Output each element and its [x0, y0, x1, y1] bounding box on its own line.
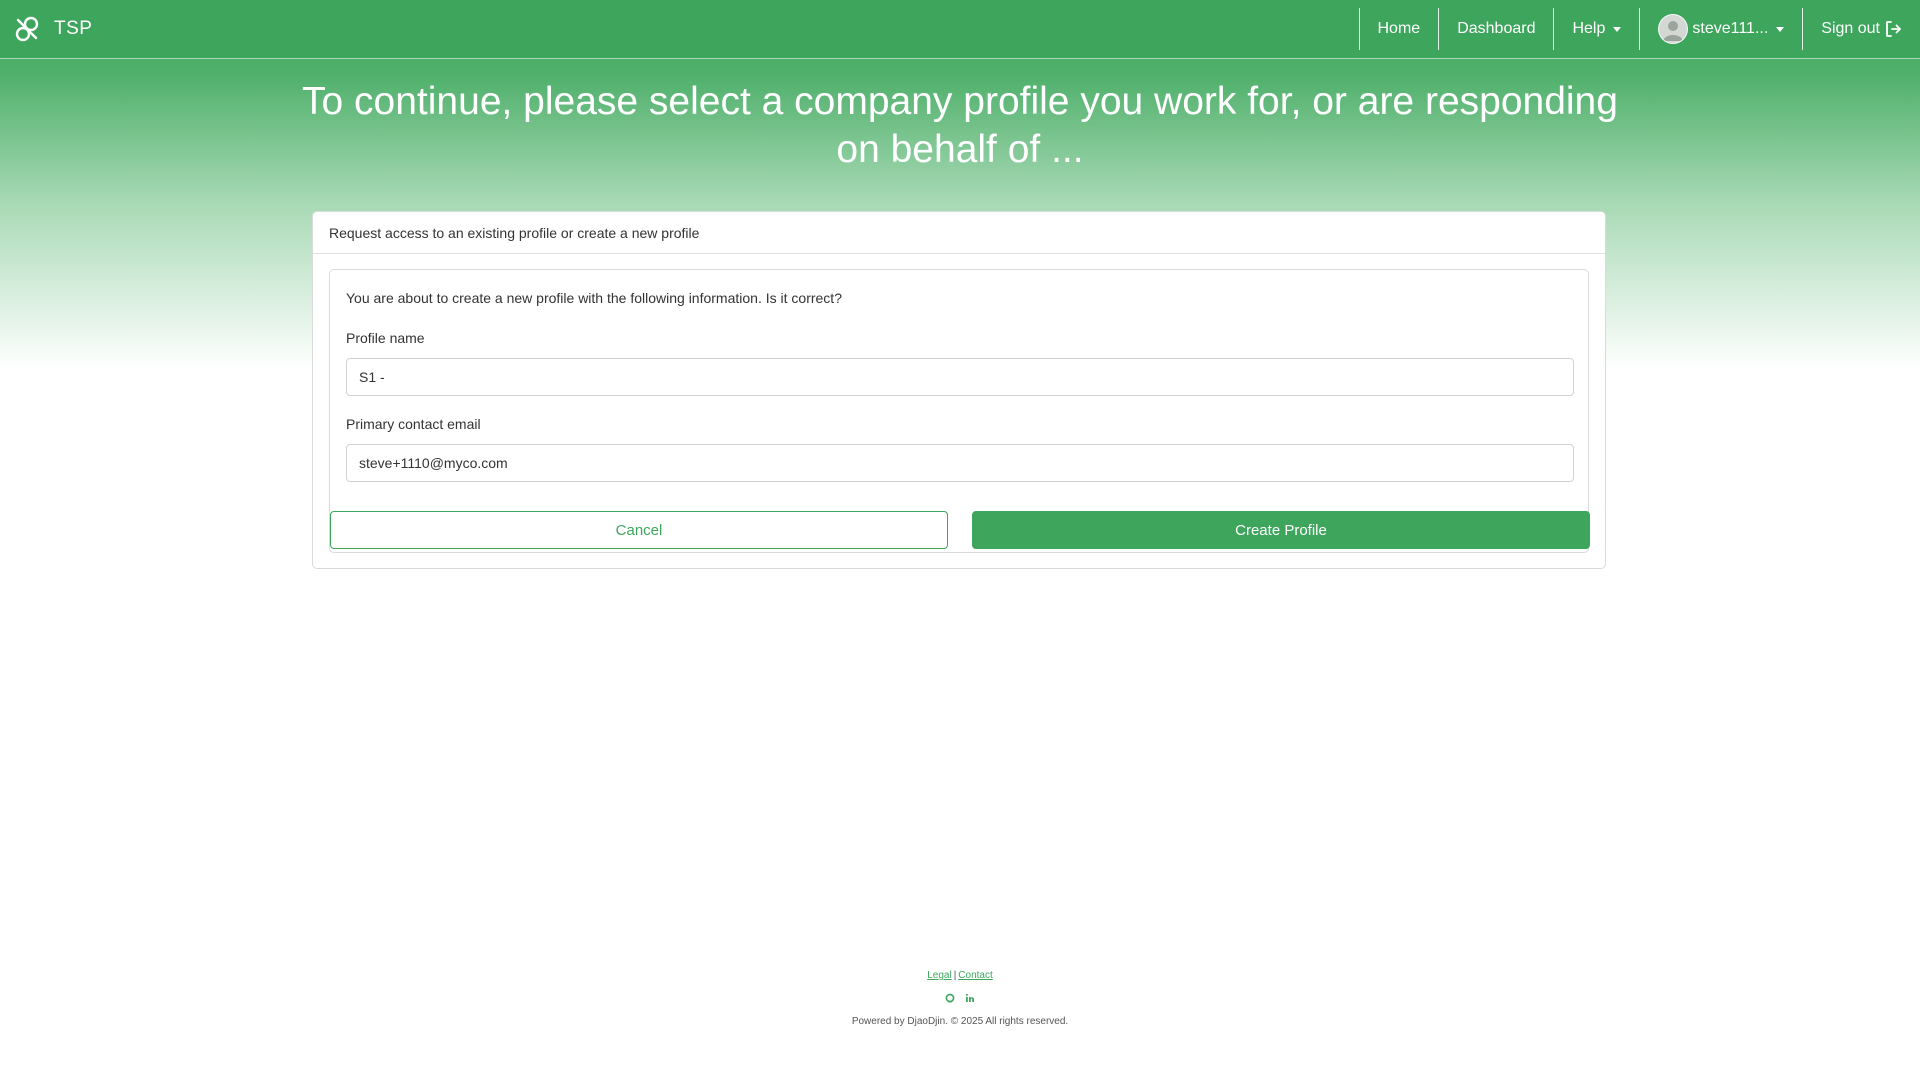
footer-links: Legal | Contact — [0, 968, 1920, 984]
profile-name-label: Profile name — [346, 330, 425, 346]
nav-user-label: steve111... — [1692, 20, 1769, 37]
linkedin-icon[interactable] — [965, 993, 975, 1003]
nav-signout-label: Sign out — [1821, 20, 1880, 37]
footer: Legal | Contact Powered by DjaoDjin. © 202… — [0, 968, 1920, 1027]
sign-out-icon — [1886, 21, 1901, 37]
nav-dashboard[interactable]: Dashboard — [1438, 8, 1553, 50]
user-avatar-icon — [1663, 21, 1684, 41]
legal-link[interactable]: Legal — [927, 970, 951, 981]
top-navbar: TSP Home Dashboard Help steve111... Sign… — [0, 0, 1920, 59]
nav-help-dropdown[interactable]: Help — [1553, 8, 1639, 50]
card-header: Request access to an existing profile or… — [313, 212, 1605, 254]
create-profile-button[interactable]: Create Profile — [972, 511, 1590, 549]
cancel-button[interactable]: Cancel — [330, 511, 948, 549]
avatar — [1658, 14, 1689, 44]
profile-card: Request access to an existing profile or… — [312, 211, 1606, 569]
profile-name-input[interactable] — [346, 358, 1574, 396]
nav-signout[interactable]: Sign out — [1802, 8, 1920, 50]
nav-menu: Home Dashboard Help steve111... Sign out — [1358, 8, 1920, 50]
page-title: To continue, please select a company pro… — [302, 80, 1618, 171]
chevron-down-icon — [1776, 26, 1785, 32]
footer-separator: | — [953, 970, 957, 981]
copyright-text: Powered by DjaoDjin. © 2025 All rights r… — [851, 1016, 1069, 1027]
create-profile-form: You are about to create a new profile wi… — [329, 269, 1590, 553]
tsp-logo-icon — [15, 16, 39, 42]
social-links — [0, 992, 1920, 1004]
nav-home[interactable]: Home — [1358, 8, 1439, 50]
email-field[interactable] — [346, 444, 1574, 482]
contact-link[interactable]: Contact — [958, 970, 992, 981]
chevron-down-icon — [1613, 26, 1622, 32]
github-icon[interactable] — [945, 993, 955, 1003]
confirmation-text: You are about to create a new profile wi… — [346, 290, 842, 306]
nav-help-label: Help — [1572, 20, 1606, 37]
brand[interactable]: TSP — [12, 14, 92, 44]
app-name: TSP — [54, 18, 93, 39]
nav-user-dropdown[interactable]: steve111... — [1639, 8, 1802, 50]
email-label: Primary contact email — [346, 416, 481, 432]
